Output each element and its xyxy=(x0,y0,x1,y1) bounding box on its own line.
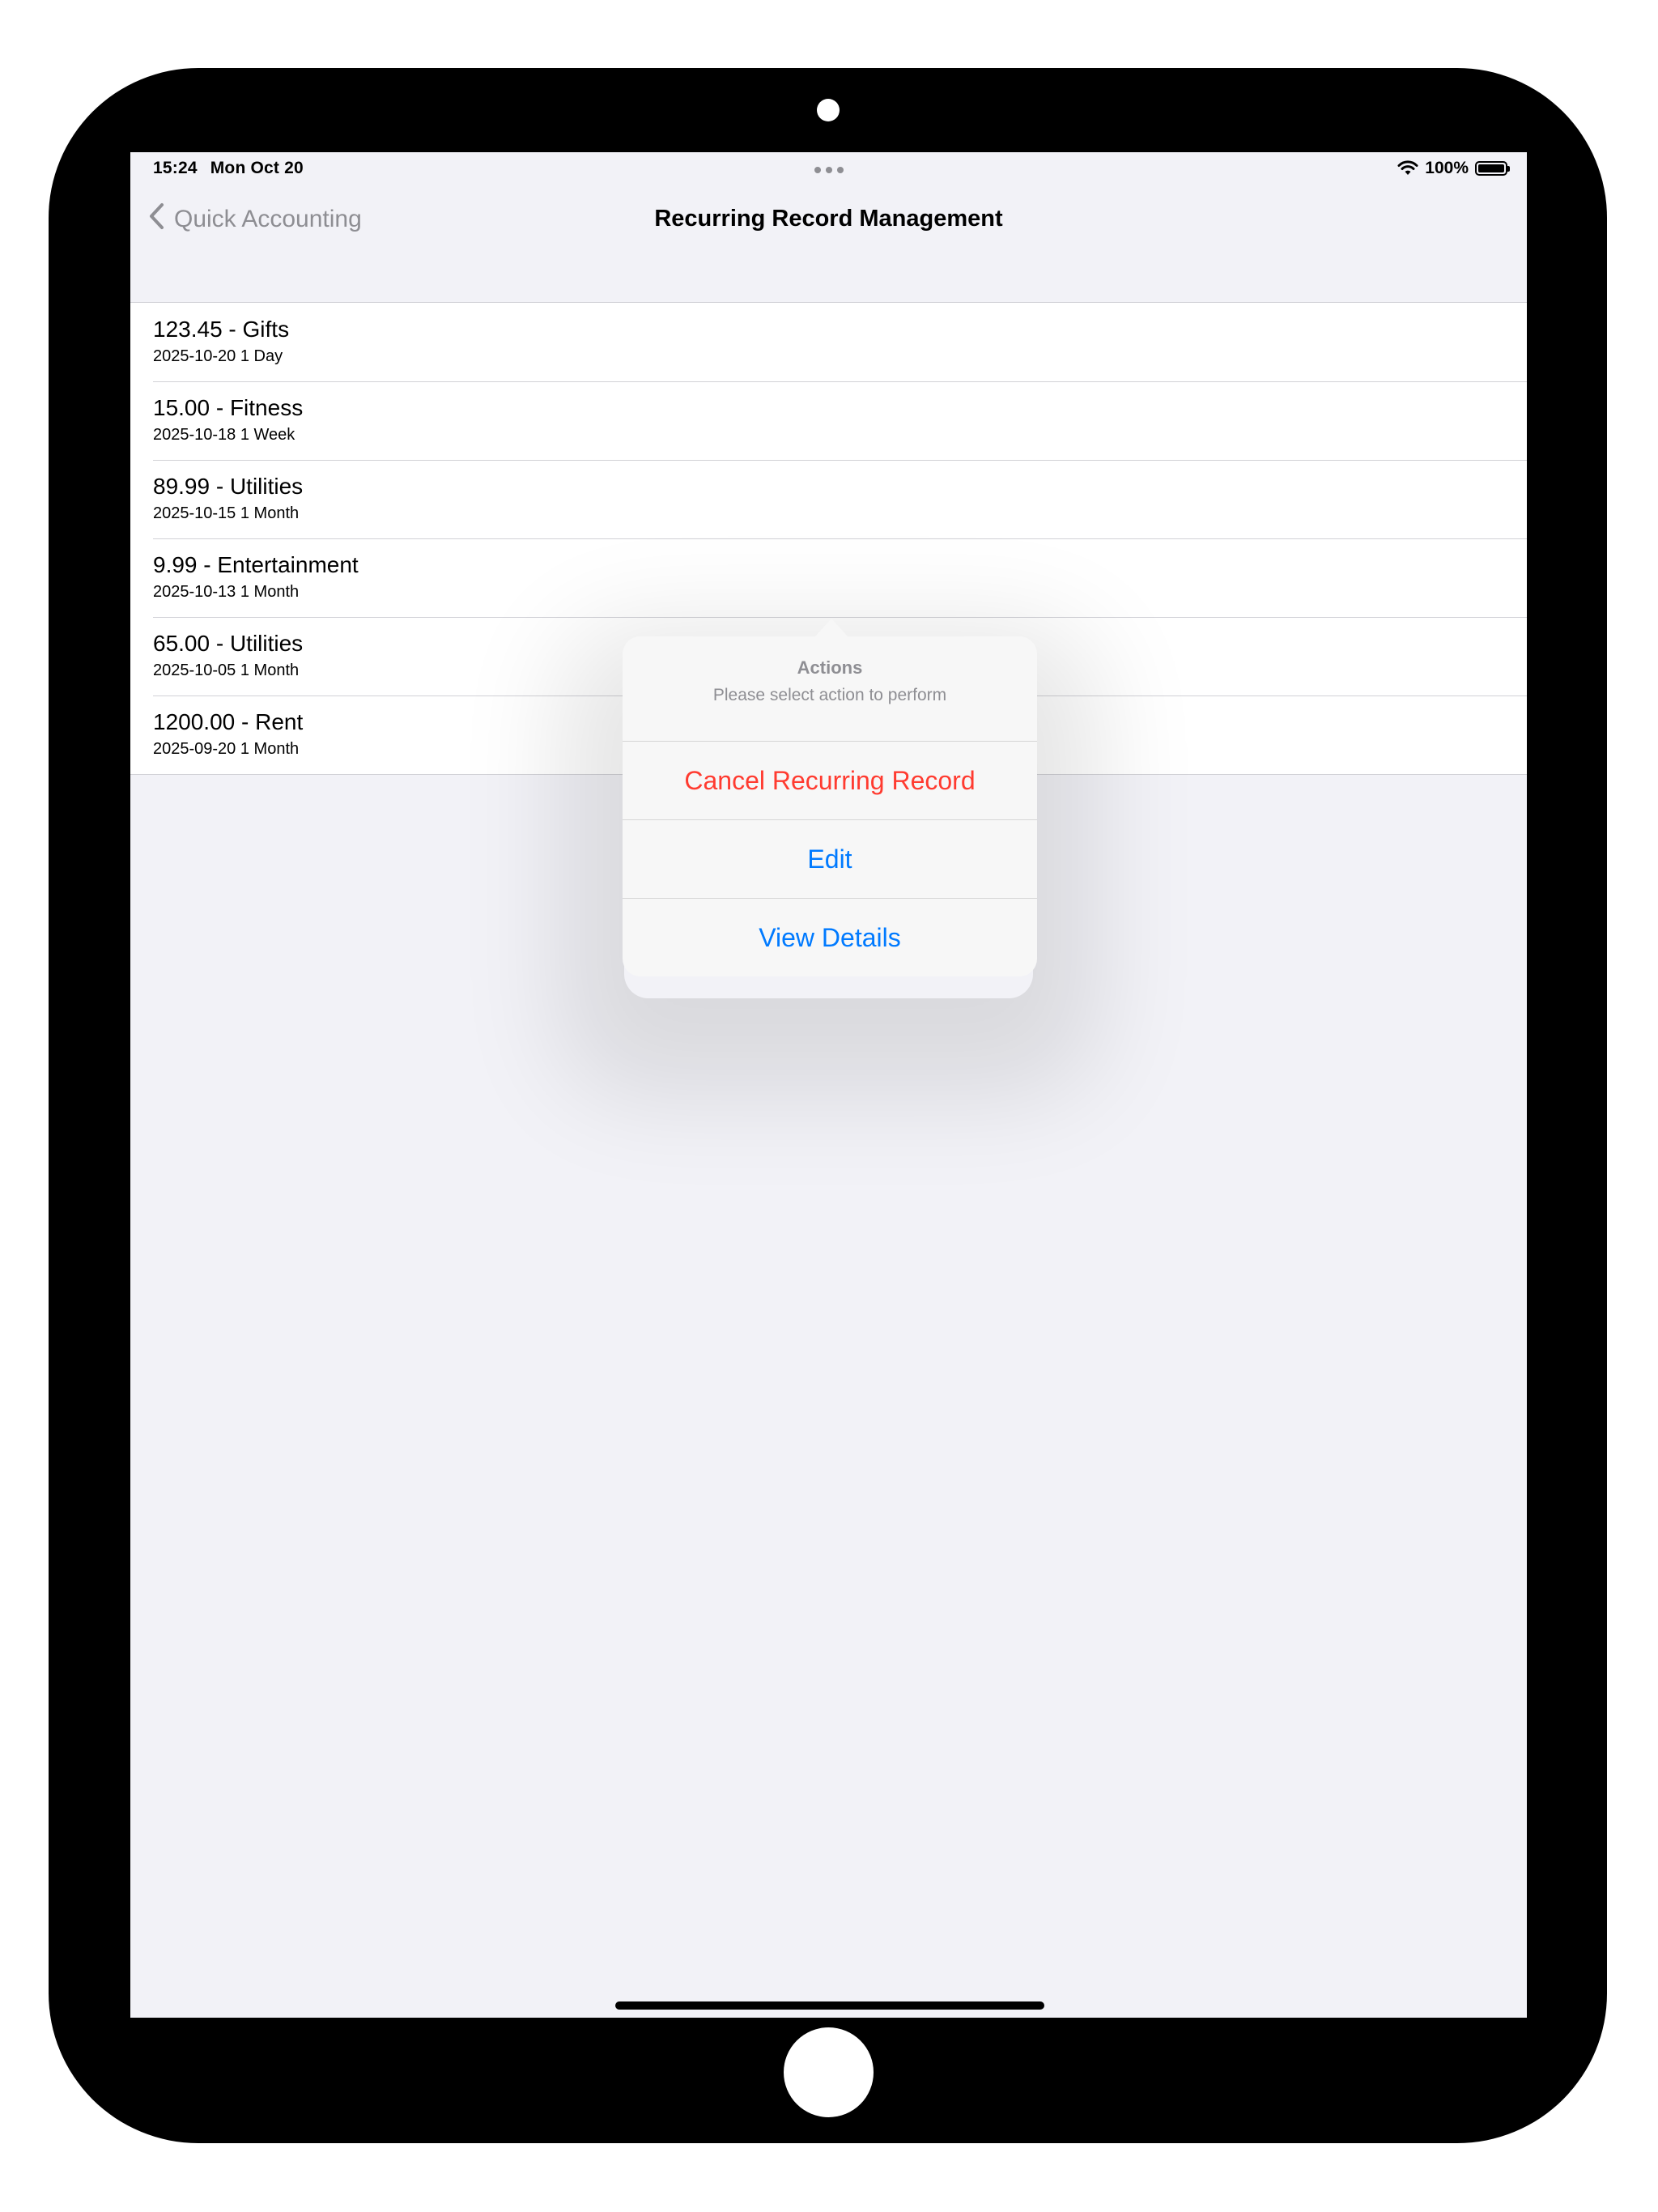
page-title: Recurring Record Management xyxy=(654,206,1003,232)
view-details-button[interactable]: View Details xyxy=(623,899,1037,976)
record-title: 89.99 - Utilities xyxy=(153,474,304,499)
multitasking-dots-icon[interactable] xyxy=(814,167,844,173)
home-indicator[interactable] xyxy=(615,2001,1044,2010)
record-subtitle: 2025-10-20 1 Day xyxy=(153,347,283,365)
actions-popover: Actions Please select action to perform … xyxy=(623,619,1037,976)
record-title: 9.99 - Entertainment xyxy=(153,552,359,577)
edit-button[interactable]: Edit xyxy=(623,820,1037,899)
screen: 15:24 Mon Oct 20 100% Quick Accounting Re… xyxy=(130,152,1527,2018)
popover-message: Please select action to perform xyxy=(712,686,947,704)
battery-percentage: 100% xyxy=(1425,159,1469,177)
list-item[interactable]: 89.99 - Utilities 2025-10-15 1 Month xyxy=(130,460,1527,538)
popover-title: Actions xyxy=(797,657,863,678)
popover-header: Actions Please select action to perform xyxy=(623,636,1037,742)
front-camera xyxy=(817,99,840,121)
battery-icon xyxy=(1475,161,1510,176)
popover-arrow xyxy=(815,619,848,636)
home-button[interactable] xyxy=(784,2027,874,2117)
list-item[interactable]: 123.45 - Gifts 2025-10-20 1 Day xyxy=(130,303,1527,381)
status-time: 15:24 xyxy=(153,159,198,177)
record-title: 123.45 - Gifts xyxy=(153,317,290,342)
record-title: 15.00 - Fitness xyxy=(153,395,304,420)
status-bar-right: 100% xyxy=(1397,159,1510,178)
cancel-recurring-record-button[interactable]: Cancel Recurring Record xyxy=(623,742,1037,820)
list-item[interactable]: 9.99 - Entertainment 2025-10-13 1 Month xyxy=(130,538,1527,617)
record-subtitle: 2025-10-15 1 Month xyxy=(153,504,300,522)
list-item[interactable]: 15.00 - Fitness 2025-10-18 1 Week xyxy=(130,381,1527,460)
wifi-icon xyxy=(1397,160,1418,177)
status-bar-left: 15:24 Mon Oct 20 xyxy=(153,159,317,178)
record-subtitle: 2025-10-18 1 Week xyxy=(153,426,295,444)
record-subtitle: 2025-10-13 1 Month xyxy=(153,583,300,601)
status-date: Mon Oct 20 xyxy=(210,159,304,177)
